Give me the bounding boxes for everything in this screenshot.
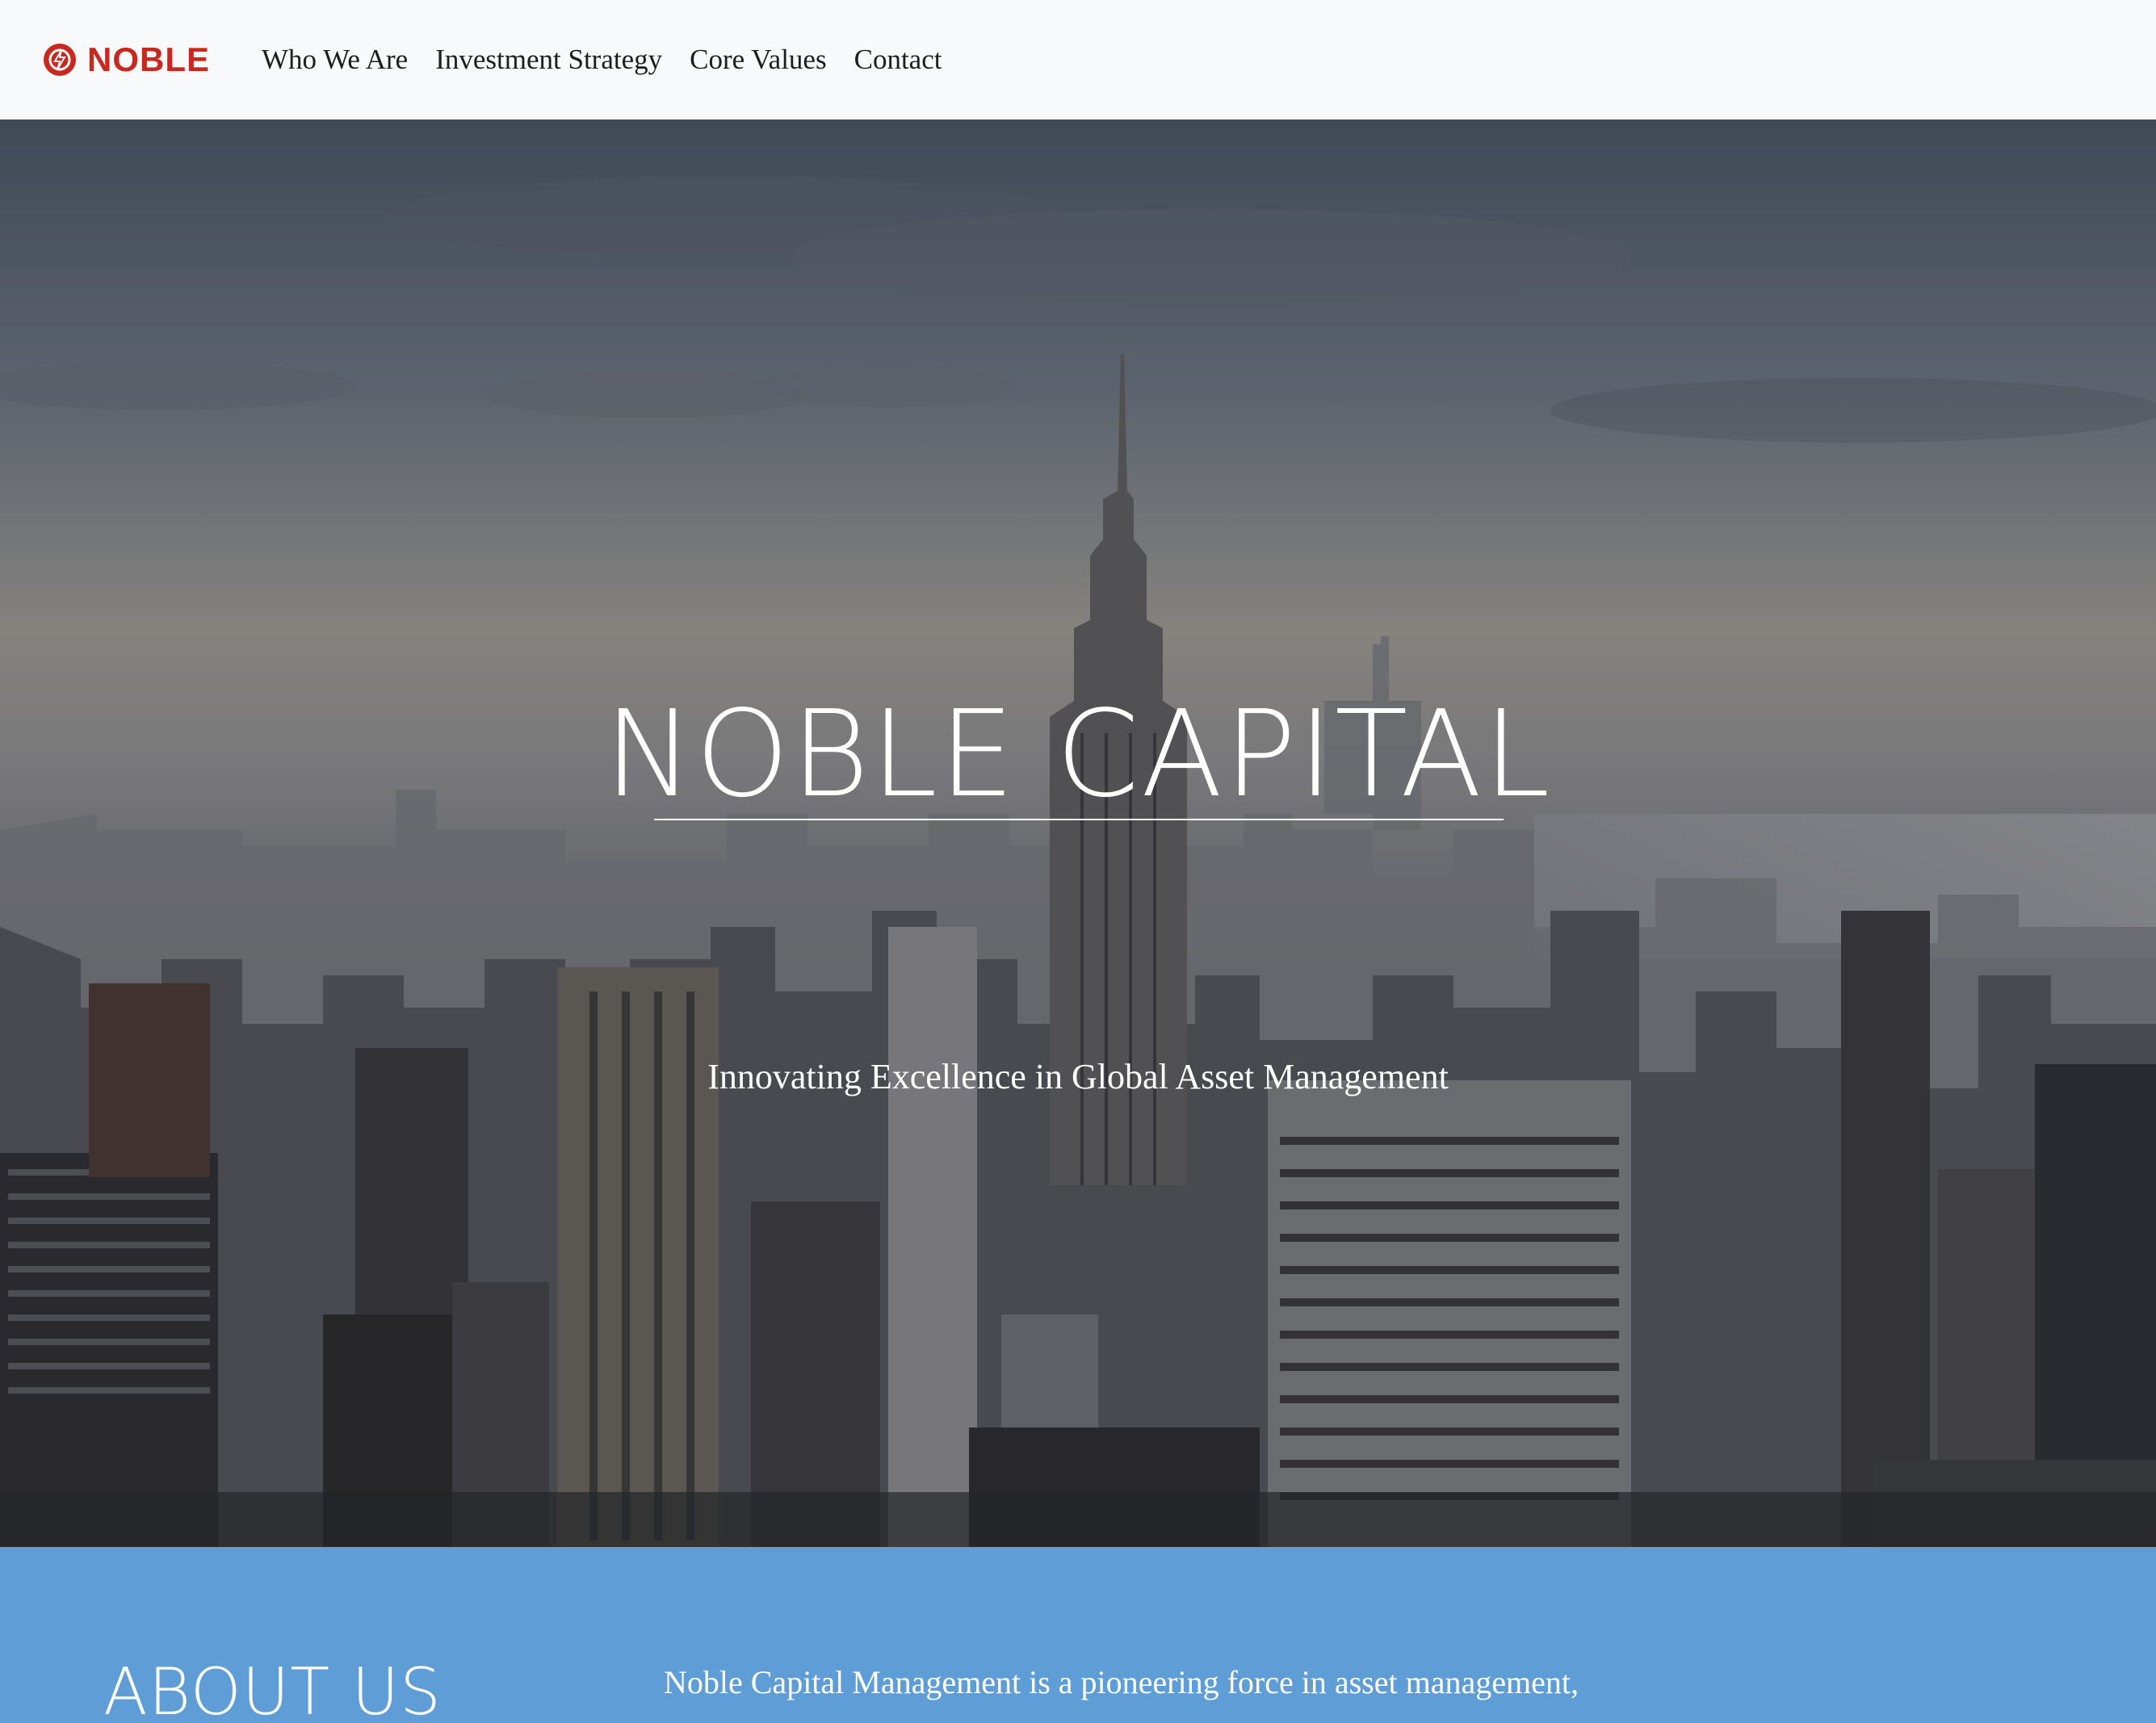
hero-title: NOBLE CAPITAL [604,685,1552,824]
nav-link-core-values[interactable]: Core Values [690,44,826,76]
hero-overlay [0,119,2156,1547]
about-text: Noble Capital Management is a pioneering… [664,1664,1579,1700]
noble-logo-icon [44,44,76,76]
navbar: NOBLE Who We Are Investment Strategy Cor… [0,0,2156,119]
about-heading: ABOUT US [103,1654,442,1723]
hero-title-underline [654,819,1504,820]
hero-subtitle: Innovating Excellence in Global Asset Ma… [707,1057,1449,1096]
logo-link[interactable]: NOBLE [42,40,210,79]
hero-section: NOBLE CAPITAL Innovating Excellence in G… [0,119,2156,1547]
nav-link-who-we-are[interactable]: Who We Are [262,44,408,76]
nav-link-investment-strategy[interactable]: Investment Strategy [435,44,662,76]
main-nav: Who We Are Investment Strategy Core Valu… [262,44,969,76]
nav-link-contact[interactable]: Contact [854,44,942,76]
about-section: ABOUT US Noble Capital Management is a p… [0,1547,2156,1723]
logo-text: NOBLE [87,40,210,78]
